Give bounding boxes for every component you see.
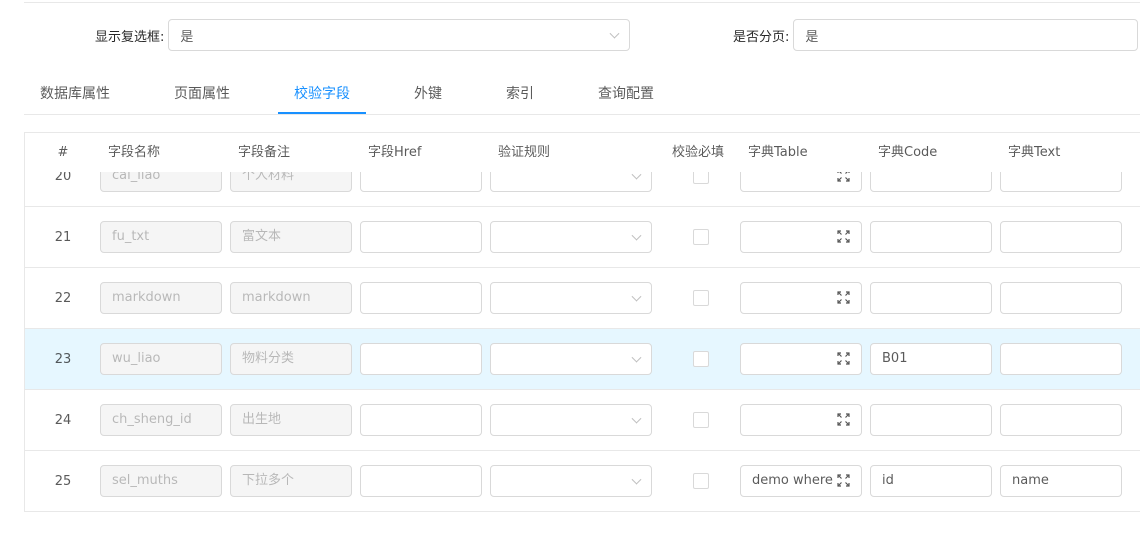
dict-text-input[interactable]: name [1000, 465, 1122, 497]
expand-icon[interactable] [837, 230, 850, 243]
expand-icon[interactable] [837, 352, 850, 365]
validation-rule-select[interactable] [490, 343, 652, 375]
field-remark-input: 富文本 [230, 221, 352, 253]
header-dict-table: 字典Table [748, 145, 808, 160]
tab-db-props[interactable]: 数据库属性 [40, 74, 110, 114]
tab-query-config[interactable]: 查询配置 [598, 74, 654, 114]
dict-code-input[interactable] [870, 282, 992, 314]
expand-icon[interactable] [837, 413, 850, 426]
chevron-down-icon [631, 352, 642, 363]
table-header: # 字段名称 字段备注 字段Href 验证规则 校验必填 字典Table 字典C… [25, 133, 1140, 172]
field-name-input: fu_txt [100, 221, 222, 253]
tab-page-props[interactable]: 页面属性 [174, 74, 230, 114]
dict-text-input[interactable] [1000, 343, 1122, 375]
field-remark-input: markdown [230, 282, 352, 314]
row-number: 21 [54, 230, 72, 245]
header-field-remark: 字段备注 [238, 145, 291, 160]
dict-table-input[interactable] [740, 282, 862, 314]
chevron-down-icon [609, 28, 620, 39]
field-name-input: wu_liao [100, 343, 222, 375]
row-number: 24 [54, 413, 72, 428]
dict-text-input[interactable] [1000, 404, 1122, 436]
paging-row: 是否分页: 是 [733, 19, 1139, 51]
dict-code-input[interactable] [870, 404, 992, 436]
field-name-input: ch_sheng_id [100, 404, 222, 436]
header-dict-text: 字典Text [1008, 145, 1061, 160]
show-checkbox-value: 是 [180, 29, 194, 45]
dict-text-input[interactable] [1000, 282, 1122, 314]
validation-table: 20 cai_liao 个人材料 21 fu_txt 富文本 22 markdown markd… [24, 132, 1140, 512]
header-field-href: 字段Href [368, 145, 422, 160]
expand-icon[interactable] [837, 291, 850, 304]
required-checkbox[interactable] [693, 412, 709, 428]
dict-table-input[interactable] [740, 404, 862, 436]
tab-bar: 数据库属性 页面属性 校验字段 外键 索引 查询配置 [24, 74, 1140, 115]
active-tab-indicator [278, 112, 366, 114]
header-required: 校验必填 [672, 145, 725, 160]
field-href-input[interactable] [360, 221, 482, 253]
tab-foreign-keys[interactable]: 外键 [414, 74, 442, 114]
table-body[interactable]: 20 cai_liao 个人材料 21 fu_txt 富文本 22 markdown markd… [25, 133, 1140, 511]
expand-icon[interactable] [837, 474, 850, 487]
dict-code-input[interactable]: B01 [870, 343, 992, 375]
chevron-down-icon [631, 474, 642, 485]
row-number: 25 [54, 474, 72, 489]
table-row[interactable]: 25 sel_muths 下拉多个 demo where id name [25, 451, 1140, 511]
dict-code-input[interactable] [870, 221, 992, 253]
show-checkbox-select[interactable]: 是 [168, 19, 631, 51]
dict-table-input[interactable]: demo where [740, 465, 862, 497]
top-divider [24, 2, 1140, 3]
field-href-input[interactable] [360, 282, 482, 314]
header-validation-rule: 验证规则 [498, 145, 551, 160]
field-name-input: sel_muths [100, 465, 222, 497]
row-number: 23 [54, 352, 72, 367]
dict-table-input[interactable] [740, 343, 862, 375]
table-row[interactable]: 21 fu_txt 富文本 [25, 207, 1140, 268]
tab-indexes[interactable]: 索引 [506, 74, 534, 114]
validation-rule-select[interactable] [490, 221, 652, 253]
field-remark-input: 物料分类 [230, 343, 352, 375]
chevron-down-icon [631, 413, 642, 424]
dict-table-input[interactable] [740, 221, 862, 253]
table-row[interactable]: 22 markdown markdown [25, 268, 1140, 329]
header-index: # [57, 145, 69, 160]
dict-table-value: demo where [752, 473, 833, 488]
field-remark-input: 下拉多个 [230, 465, 352, 497]
show-checkbox-row: 显示复选框: 是 [95, 19, 631, 51]
header-field-name: 字段名称 [108, 145, 161, 160]
chevron-down-icon [631, 230, 642, 241]
dict-code-input[interactable]: id [870, 465, 992, 497]
show-checkbox-label: 显示复选框: [95, 29, 165, 45]
field-href-input[interactable] [360, 404, 482, 436]
paging-label: 是否分页: [733, 29, 790, 45]
required-checkbox[interactable] [693, 290, 709, 306]
tab-validation-fields[interactable]: 校验字段 [294, 74, 350, 114]
row-number: 22 [54, 291, 72, 306]
header-dict-code: 字典Code [878, 145, 938, 160]
required-checkbox[interactable] [693, 351, 709, 367]
field-name-input: markdown [100, 282, 222, 314]
required-checkbox[interactable] [693, 473, 709, 489]
chevron-down-icon [631, 291, 642, 302]
field-href-input[interactable] [360, 343, 482, 375]
field-href-input[interactable] [360, 465, 482, 497]
paging-select[interactable]: 是 [793, 19, 1139, 51]
paging-value: 是 [805, 29, 819, 45]
validation-rule-select[interactable] [490, 465, 652, 497]
table-row[interactable]: 23 wu_liao 物料分类 B01 [25, 329, 1140, 390]
validation-rule-select[interactable] [490, 404, 652, 436]
table-row[interactable]: 24 ch_sheng_id 出生地 [25, 390, 1140, 451]
field-remark-input: 出生地 [230, 404, 352, 436]
dict-text-input[interactable] [1000, 221, 1122, 253]
validation-rule-select[interactable] [490, 282, 652, 314]
required-checkbox[interactable] [693, 229, 709, 245]
